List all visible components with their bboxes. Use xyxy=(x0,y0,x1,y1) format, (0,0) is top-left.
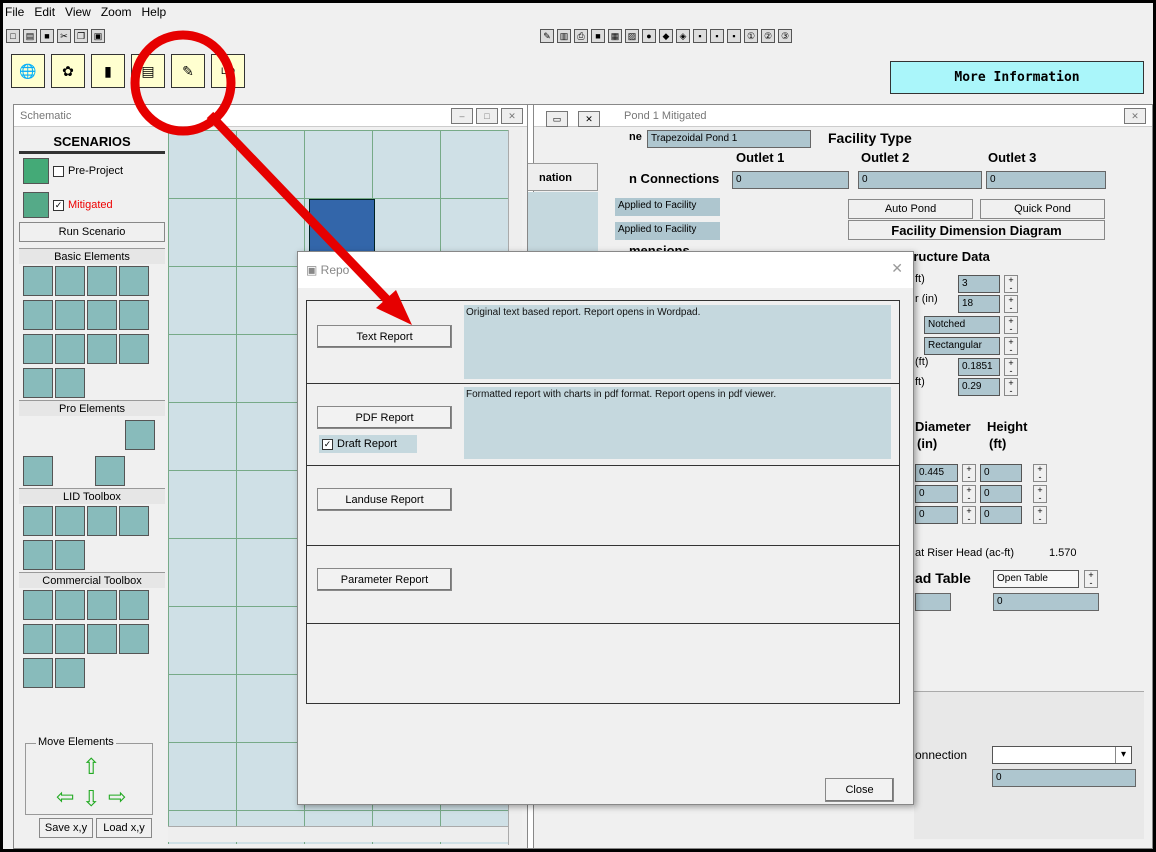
annotation-overlay xyxy=(130,30,412,325)
app-window: { "menu":["File","Edit","View","Zoom","H… xyxy=(0,0,1156,852)
arrow-shaft xyxy=(206,111,397,310)
